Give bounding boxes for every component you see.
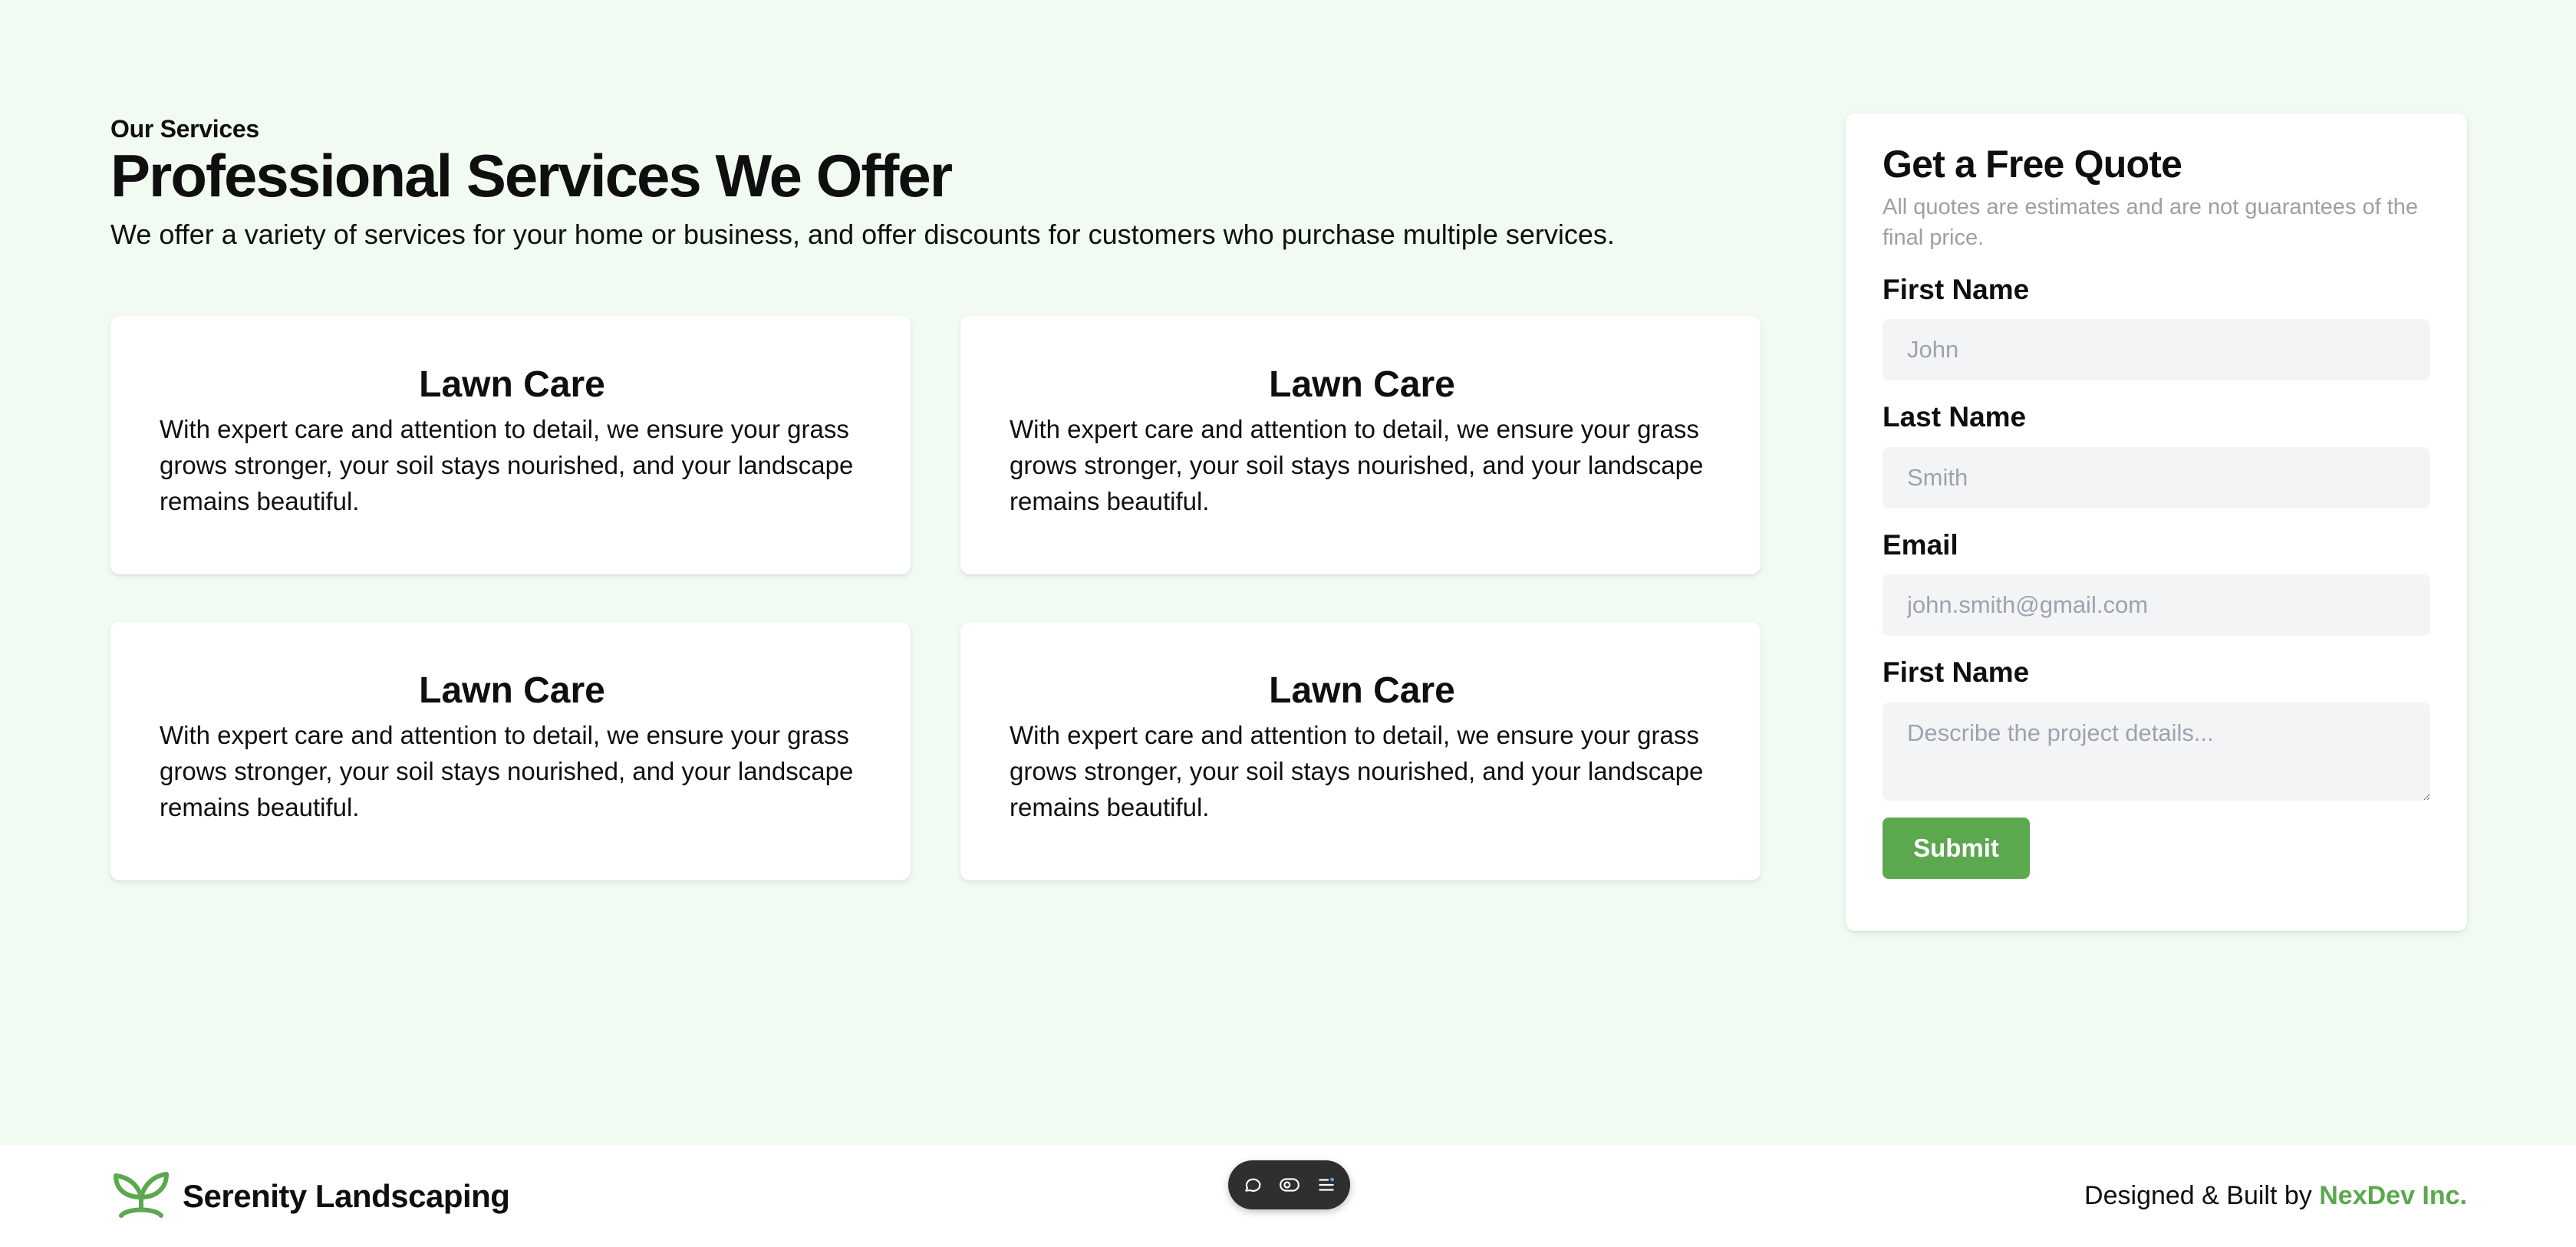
section-eyebrow: Our Services: [110, 115, 259, 143]
service-card-title: Lawn Care: [419, 670, 605, 711]
service-card-text: With expert care and attention to detail…: [1010, 721, 1704, 822]
service-card-title: Lawn Care: [419, 364, 605, 405]
service-card: Lawn Care With expert care and attention…: [110, 315, 911, 574]
credit-prefix: Designed & Built by: [2084, 1181, 2312, 1210]
floating-toolbar: [1228, 1160, 1350, 1209]
email-label: Email: [1883, 528, 1958, 561]
submit-button[interactable]: Submit: [1883, 817, 2030, 879]
nexdev-link[interactable]: NexDev Inc.: [2319, 1181, 2467, 1210]
service-card-text: With expert care and attention to detail…: [160, 721, 854, 822]
footer-credit: Designed & Built by NexDev Inc.: [2084, 1181, 2467, 1211]
service-card-grid: Lawn Care With expert care and attention…: [110, 315, 1761, 880]
email-input[interactable]: [1883, 574, 2430, 637]
page-description: We offer a variety of services for your …: [110, 218, 1615, 250]
last-name-input[interactable]: [1883, 446, 2430, 508]
project-details-label: First Name: [1883, 656, 2030, 689]
quote-form: Get a Free Quote All quotes are estimate…: [1846, 114, 2467, 931]
footer-brand[interactable]: Serenity Landscaping: [112, 1168, 510, 1224]
page-title: Professional Services We Offer: [110, 142, 953, 209]
sprout-logo-icon: [112, 1168, 170, 1224]
menu-icon[interactable]: [1315, 1173, 1338, 1196]
brand-name: Serenity Landscaping: [183, 1177, 510, 1214]
service-card: Lawn Care With expert care and attention…: [960, 621, 1761, 880]
first-name-label: First Name: [1883, 274, 2030, 305]
project-details-textarea[interactable]: [1883, 702, 2430, 801]
service-card-text: With expert care and attention to detail…: [1010, 415, 1704, 516]
toggle-icon[interactable]: [1278, 1173, 1301, 1196]
service-card-title: Lawn Care: [1269, 670, 1455, 711]
comment-icon[interactable]: [1241, 1173, 1264, 1196]
service-card-title: Lawn Care: [1269, 364, 1455, 405]
service-card: Lawn Care With expert care and attention…: [960, 315, 1761, 574]
quote-form-title: Get a Free Quote: [1883, 143, 2182, 186]
last-name-label: Last Name: [1883, 401, 2027, 433]
services-section: Our Services Professional Services We Of…: [110, 115, 1761, 880]
service-card-text: With expert care and attention to detail…: [160, 415, 854, 516]
service-card: Lawn Care With expert care and attention…: [110, 621, 911, 880]
quote-form-subtitle: All quotes are estimates and are not gua…: [1883, 195, 2419, 250]
first-name-input[interactable]: [1883, 319, 2430, 381]
